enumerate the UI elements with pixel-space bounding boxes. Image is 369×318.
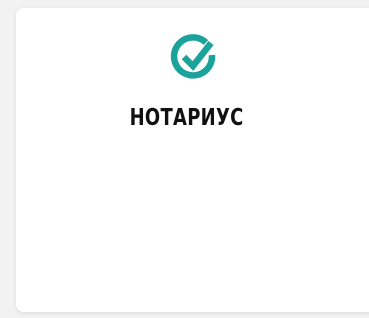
card-title: НОТАРИУС — [129, 105, 244, 131]
check-circle-icon — [170, 34, 216, 79]
page: НОТАРИУС — [0, 0, 369, 318]
